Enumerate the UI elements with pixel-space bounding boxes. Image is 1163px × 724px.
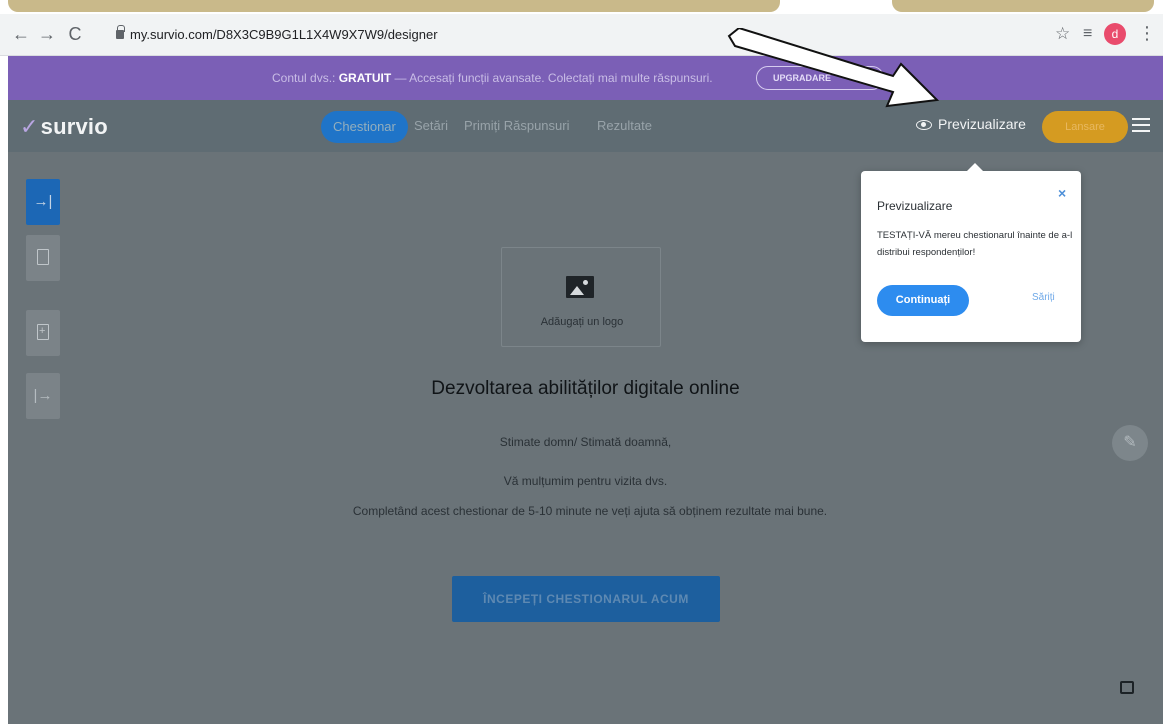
- hamburger-menu-icon[interactable]: [1132, 118, 1150, 136]
- annotation-arrow-icon: [727, 28, 940, 108]
- browser-menu-icon[interactable]: ⋮: [1138, 23, 1156, 44]
- add-page-icon: [37, 324, 49, 340]
- close-icon[interactable]: ×: [1058, 185, 1066, 201]
- preview-button[interactable]: Previzualizare: [916, 116, 1026, 132]
- upgrade-message: — Accesați funcții avansate. Colectați m…: [394, 71, 713, 85]
- upgrade-banner-text: Contul dvs.: GRATUIT — Accesați funcții …: [272, 71, 713, 85]
- add-logo-label: Adăugați un logo: [540, 316, 624, 328]
- tab-chestionar[interactable]: Chestionar: [321, 111, 408, 143]
- lock-icon: [116, 25, 125, 39]
- tooltip-body: TESTAȚI-VĂ mereu chestionarul înainte de…: [877, 230, 1073, 258]
- survey-greeting[interactable]: Stimate domn/ Stimată doamnă,: [8, 435, 1163, 449]
- browser-tab[interactable]: [892, 0, 1154, 12]
- browser-tab[interactable]: [8, 0, 780, 12]
- continue-button[interactable]: Continuați: [877, 285, 969, 316]
- sidebar-item-add-page[interactable]: [26, 310, 60, 356]
- browser-tab-strip: [0, 0, 1163, 14]
- tooltip-title: Previzualizare: [877, 199, 953, 213]
- survey-title[interactable]: Dezvoltarea abilităților digitale online: [8, 378, 1163, 400]
- plan-name: GRATUIT: [338, 71, 392, 85]
- address-bar[interactable]: my.survio.com/D8X3C9B9G1L1X4W9X7W9/desig…: [130, 27, 438, 42]
- preview-tooltip: × Previzualizare TESTAȚI-VĂ mereu chesti…: [861, 163, 1081, 342]
- tab-rezultate[interactable]: Rezultate: [597, 118, 652, 133]
- logo-check-icon: ✓: [20, 114, 39, 139]
- upgrade-banner: Contul dvs.: GRATUIT — Accesați funcții …: [8, 56, 1163, 100]
- sidebar-item-intro[interactable]: →|: [26, 179, 60, 225]
- profile-avatar[interactable]: d: [1104, 23, 1126, 45]
- page-icon: [37, 249, 49, 265]
- reload-icon[interactable]: C: [64, 24, 86, 45]
- back-arrow-icon[interactable]: ←: [10, 24, 32, 45]
- add-logo-box[interactable]: Adăugați un logo: [501, 247, 661, 347]
- reading-list-icon[interactable]: ≡: [1083, 25, 1092, 43]
- sign-in-icon: →|: [33, 193, 53, 210]
- skip-link[interactable]: Săriți: [1032, 292, 1055, 303]
- chat-icon[interactable]: [1113, 678, 1141, 702]
- pen-icon[interactable]: ✎: [1112, 425, 1148, 461]
- start-survey-button[interactable]: ÎNCEPEȚI CHESTIONARUL ACUM: [452, 576, 720, 622]
- logo-text: survio: [40, 114, 108, 139]
- sidebar-item-page[interactable]: [26, 235, 60, 281]
- tab-setari[interactable]: Setări: [414, 118, 448, 133]
- survio-logo[interactable]: ✓survio: [20, 114, 108, 140]
- publish-button[interactable]: Lansare: [1042, 111, 1128, 143]
- account-label: Contul dvs.:: [272, 71, 336, 85]
- eye-icon: [916, 120, 932, 130]
- browser-toolbar: ← → C my.survio.com/D8X3C9B9G1L1X4W9X7W9…: [0, 14, 1163, 56]
- survey-thanks[interactable]: Vă mulțumim pentru vizita dvs.: [8, 474, 1163, 488]
- tab-primiti-raspunsuri[interactable]: Primiți Răspunsuri: [464, 118, 569, 133]
- forward-arrow-icon[interactable]: →: [36, 24, 58, 45]
- bookmark-star-icon[interactable]: ☆: [1055, 24, 1070, 44]
- survey-intro[interactable]: Completând acest chestionar de 5-10 minu…: [340, 499, 840, 524]
- image-icon: [566, 276, 594, 298]
- preview-label: Previzualizare: [938, 116, 1026, 132]
- app-header: ✓survio Chestionar Setări Primiți Răspun…: [8, 100, 1163, 152]
